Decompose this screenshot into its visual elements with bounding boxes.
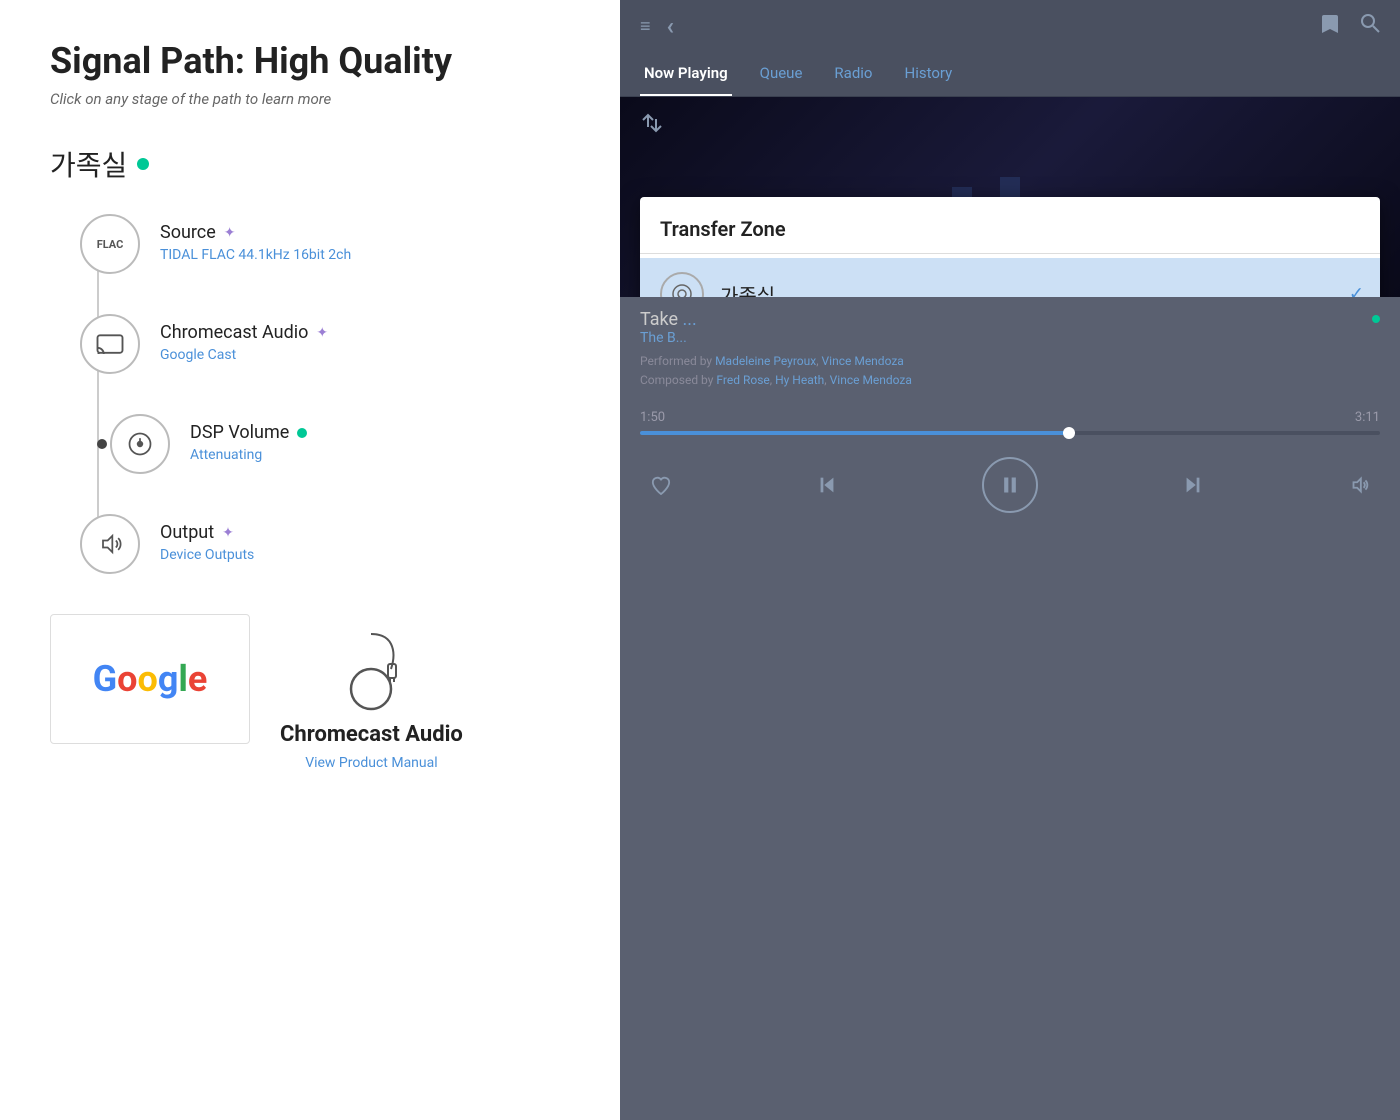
heart-button[interactable] [650, 475, 672, 495]
subtitle: Click on any stage of the path to learn … [50, 90, 570, 108]
modal-title: Transfer Zone [640, 197, 1380, 253]
tabs-bar: Now Playing Queue Radio History [620, 52, 1400, 97]
track-artist-link[interactable]: The B... [640, 330, 697, 346]
chromecast-icon [80, 314, 140, 374]
menu-icon[interactable]: ≡ [640, 16, 651, 37]
controls-bar [620, 443, 1400, 533]
performed-by-2-link[interactable]: Vince Mendoza [822, 354, 904, 368]
signal-chain: FLAC Source ✦ TIDAL FLAC 44.1kHz 16bit 2… [50, 214, 570, 574]
search-icon[interactable] [1360, 13, 1380, 40]
track-details: Take ... The B... [640, 309, 697, 346]
volume-button[interactable] [1348, 474, 1370, 496]
modal-divider-1 [640, 253, 1380, 254]
performed-by-1-link[interactable]: Madeleine Peyroux [715, 354, 816, 368]
progress-fill [640, 431, 1069, 435]
composed-by-1-link[interactable]: Fred Rose [716, 373, 769, 387]
nav-right [1320, 13, 1380, 40]
pause-button[interactable] [982, 457, 1038, 513]
output-sub: Device Outputs [160, 547, 254, 563]
track-title: Take ... [640, 309, 697, 330]
google-logo-box: Google [50, 614, 250, 744]
gajogsil-icon [660, 272, 704, 297]
output-icon [80, 514, 140, 574]
track-meta: Performed by Madeleine Peyroux, Vince Me… [640, 352, 1380, 390]
source-sub: TIDAL FLAC 44.1kHz 16bit 2ch [160, 247, 351, 263]
device-link[interactable]: View Product Manual [305, 755, 437, 771]
google-logo: Google [93, 658, 208, 700]
progress-times: 1:50 3:11 [640, 410, 1380, 425]
progress-handle[interactable] [1063, 427, 1075, 439]
tab-now-playing[interactable]: Now Playing [640, 52, 732, 96]
right-panel: ≡ ‹ Now Playing Queue Radio History [620, 0, 1400, 1120]
dsp-info: DSP Volume Attenuating [190, 414, 307, 463]
next-button[interactable] [1182, 474, 1204, 496]
time-current: 1:50 [640, 410, 665, 425]
dsp-active-dot [297, 428, 307, 438]
output-label: Output ✦ [160, 522, 254, 543]
source-icon: FLAC [80, 214, 140, 274]
product-device: Chromecast Audio View Product Manual [280, 614, 463, 771]
title-quality: High Quality [254, 40, 452, 82]
tab-queue[interactable]: Queue [756, 52, 807, 96]
dsp-sub: Attenuating [190, 447, 307, 463]
device-name: Chromecast Audio [280, 722, 463, 747]
output-diamond-icon: ✦ [222, 525, 234, 541]
zone-label: 가족실 [50, 144, 570, 184]
chromecast-info: Chromecast Audio ✦ Google Cast [160, 314, 328, 363]
chain-item-output[interactable]: Output ✦ Device Outputs [80, 514, 570, 574]
zone-active-dot [137, 158, 149, 170]
signal-path-panel: Signal Path: High Quality Click on any s… [0, 0, 620, 1120]
gajogsil-zone-name: 가족실 [720, 280, 775, 298]
chromecast-label: Chromecast Audio ✦ [160, 322, 328, 343]
time-total: 3:11 [1355, 410, 1380, 425]
progress-section: 1:50 3:11 [620, 402, 1400, 443]
product-section: Google Chromecast Audio View Product Man… [50, 614, 570, 771]
tab-radio[interactable]: Radio [830, 52, 876, 96]
dsp-icon [110, 414, 170, 474]
page-title: Signal Path: High Quality [50, 40, 570, 82]
source-diamond-icon: ✦ [224, 225, 236, 241]
dsp-label: DSP Volume [190, 422, 307, 443]
chromecast-sub: Google Cast [160, 347, 328, 363]
back-icon[interactable]: ‹ [667, 12, 675, 40]
prev-button[interactable] [816, 474, 838, 496]
nav-left: ≡ ‹ [640, 12, 674, 40]
dsp-mid-dot [97, 439, 107, 449]
output-info: Output ✦ Device Outputs [160, 514, 254, 563]
source-info: Source ✦ TIDAL FLAC 44.1kHz 16bit 2ch [160, 214, 351, 263]
tab-history[interactable]: History [901, 52, 957, 96]
chain-item-dsp[interactable]: DSP Volume Attenuating [80, 414, 570, 474]
bookmark-icon[interactable] [1320, 13, 1340, 40]
composed-by-3-link[interactable]: Vince Mendoza [830, 373, 912, 387]
chain-item-source[interactable]: FLAC Source ✦ TIDAL FLAC 44.1kHz 16bit 2… [80, 214, 570, 274]
playing-indicator-dot [1372, 315, 1380, 323]
progress-bar[interactable] [640, 431, 1380, 435]
album-art-area: Transfer Zone 가족실 Take These Chain [620, 97, 1400, 297]
chromecast-diamond-icon: ✦ [316, 325, 328, 341]
composed-by-2-link[interactable]: Hy Heath [775, 373, 824, 387]
chain-item-chromecast[interactable]: Chromecast Audio ✦ Google Cast [80, 314, 570, 374]
now-playing-info: Take ... The B... Performed by Madeleine… [620, 297, 1400, 402]
source-label: Source ✦ [160, 222, 351, 243]
zone-item-gajogsil[interactable]: 가족실 [640, 258, 1380, 297]
zone-name: 가족실 [50, 144, 127, 184]
transfer-zone-modal: Transfer Zone 가족실 Take These Chain [640, 197, 1380, 297]
top-nav: ≡ ‹ [620, 0, 1400, 52]
title-static: Signal Path: [50, 40, 245, 82]
transfer-arrows-icon[interactable] [640, 113, 664, 138]
chromecast-device-icon [331, 614, 411, 714]
